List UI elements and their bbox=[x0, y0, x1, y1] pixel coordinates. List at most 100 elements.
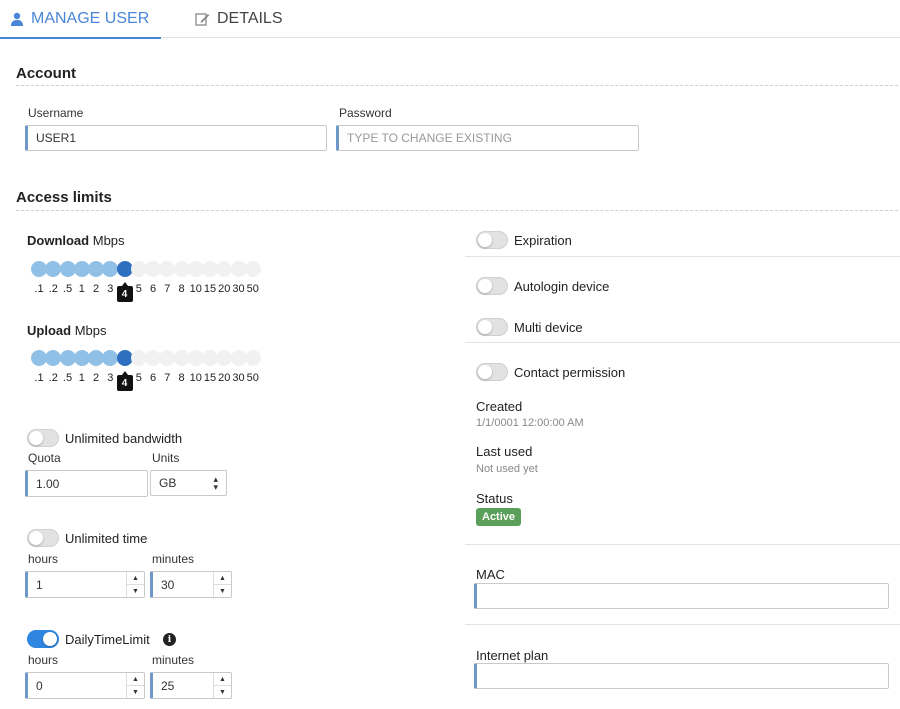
time-hours-value: 1 bbox=[36, 577, 43, 592]
slider-tick-label: 8 bbox=[178, 372, 185, 384]
slider-step[interactable] bbox=[45, 350, 62, 366]
internet-plan-field[interactable] bbox=[474, 663, 889, 689]
units-select[interactable]: GB ▴ ▾ bbox=[150, 470, 227, 496]
slider-step[interactable] bbox=[216, 261, 233, 277]
upload-unit: Mbps bbox=[74, 323, 107, 338]
slider-step[interactable] bbox=[244, 261, 261, 277]
upload-value: 4 bbox=[121, 377, 128, 389]
download-value: 4 bbox=[121, 288, 128, 300]
right-divider bbox=[465, 544, 900, 545]
unlimited-bandwidth-toggle[interactable] bbox=[27, 429, 59, 447]
toggle-knob bbox=[478, 365, 492, 379]
slider-tick-label: 50 bbox=[246, 372, 259, 384]
download-unit: Mbps bbox=[92, 233, 125, 248]
unlimited-time-label: Unlimited time bbox=[65, 531, 148, 546]
slider-tick-label: 15 bbox=[203, 283, 217, 295]
info-glyph: i bbox=[167, 634, 172, 645]
tab-details-label: DETAILS bbox=[217, 10, 283, 27]
expiration-label: Expiration bbox=[514, 233, 572, 248]
right-divider bbox=[465, 342, 900, 343]
slider-tick-label: 7 bbox=[164, 372, 171, 384]
last-used-value: Not used yet bbox=[476, 463, 538, 475]
time-hours-stepper[interactable]: 1 ▲ ▼ bbox=[25, 571, 145, 598]
decrement-arrow-icon[interactable]: ▼ bbox=[127, 584, 144, 597]
multi-device-toggle[interactable] bbox=[476, 318, 508, 336]
slider-step[interactable] bbox=[102, 350, 119, 366]
toggle-knob bbox=[478, 279, 492, 293]
daily-minutes-stepper[interactable]: 25 ▲ ▼ bbox=[150, 672, 232, 699]
daily-time-limit-toggle[interactable] bbox=[27, 630, 59, 648]
account-section-title: Account bbox=[16, 65, 76, 82]
decrement-arrow-icon[interactable]: ▼ bbox=[214, 685, 231, 698]
time-minutes-spinner: ▲ ▼ bbox=[213, 572, 231, 597]
download-value-bubble: 4 bbox=[116, 282, 133, 302]
daily-time-limit-label: DailyTimeLimit bbox=[65, 632, 150, 647]
username-field[interactable]: USER1 bbox=[25, 125, 327, 151]
increment-arrow-icon[interactable]: ▲ bbox=[214, 673, 231, 685]
download-slider[interactable] bbox=[31, 261, 263, 277]
slider-tick-label: .1 bbox=[34, 283, 44, 295]
slider-step[interactable] bbox=[102, 261, 119, 277]
slider-step[interactable] bbox=[159, 261, 176, 277]
download-label-bold: Download bbox=[27, 233, 90, 248]
slider-tick-label: 1 bbox=[78, 372, 85, 384]
slider-step[interactable] bbox=[159, 350, 176, 366]
upload-slider[interactable] bbox=[31, 350, 263, 366]
password-label: Password bbox=[339, 106, 392, 120]
contact-permission-label: Contact permission bbox=[514, 365, 626, 380]
autologin-device-toggle[interactable] bbox=[476, 277, 508, 295]
upload-value-bubble: 4 bbox=[116, 371, 133, 391]
slider-tick-label: 10 bbox=[189, 372, 202, 384]
access-limits-title: Access limits bbox=[16, 189, 112, 206]
edit-icon bbox=[195, 13, 210, 26]
slider-tick-label: 3 bbox=[107, 283, 114, 295]
quota-field[interactable]: 1.00 bbox=[25, 470, 148, 497]
time-minutes-label: minutes bbox=[152, 552, 195, 566]
slider-tick-label: .5 bbox=[62, 372, 73, 384]
tab-manage-user[interactable]: MANAGE USER bbox=[0, 0, 162, 39]
password-field[interactable]: TYPE TO CHANGE EXISTING bbox=[336, 125, 639, 151]
upload-label-bold: Upload bbox=[27, 323, 72, 338]
daily-minutes-value: 25 bbox=[161, 678, 175, 693]
increment-arrow-icon[interactable]: ▲ bbox=[214, 572, 231, 584]
slider-tick-label: .2 bbox=[48, 372, 58, 384]
slider-tick-label: 15 bbox=[203, 372, 217, 384]
time-minutes-stepper[interactable]: 30 ▲ ▼ bbox=[150, 571, 232, 598]
slider-step[interactable] bbox=[216, 350, 233, 366]
quota-value: 1.00 bbox=[36, 476, 60, 491]
autologin-device-label: Autologin device bbox=[514, 279, 610, 294]
slider-step[interactable] bbox=[244, 350, 261, 366]
mac-label: MAC bbox=[476, 567, 505, 582]
account-divider bbox=[16, 85, 898, 86]
decrement-arrow-icon[interactable]: ▼ bbox=[214, 584, 231, 597]
slider-tick-label: 2 bbox=[92, 372, 100, 384]
decrement-arrow-icon[interactable]: ▼ bbox=[127, 685, 144, 698]
username-value: USER1 bbox=[36, 131, 77, 145]
daily-hours-stepper[interactable]: 0 ▲ ▼ bbox=[25, 672, 145, 699]
increment-arrow-icon[interactable]: ▲ bbox=[127, 673, 144, 685]
expiration-toggle[interactable] bbox=[476, 231, 508, 249]
access-limits-divider bbox=[16, 210, 898, 211]
tab-details[interactable]: DETAILS bbox=[195, 0, 283, 38]
slider-tick-label: .1 bbox=[34, 372, 44, 384]
slider-step[interactable] bbox=[45, 261, 62, 277]
slider-tick-label: 6 bbox=[149, 372, 157, 384]
created-value: 1/1/0001 12:00:00 AM bbox=[476, 417, 584, 429]
toggle-knob bbox=[29, 431, 43, 445]
unlimited-time-toggle[interactable] bbox=[27, 529, 59, 547]
time-hours-label: hours bbox=[28, 552, 59, 566]
mac-field[interactable] bbox=[474, 583, 889, 609]
toggle-knob bbox=[478, 233, 492, 247]
slider-tick-label: 1 bbox=[78, 283, 85, 295]
quota-label: Quota bbox=[28, 451, 61, 465]
increment-arrow-icon[interactable]: ▲ bbox=[127, 572, 144, 584]
unlimited-bandwidth-label: Unlimited bandwidth bbox=[65, 431, 183, 446]
info-icon[interactable]: i bbox=[163, 633, 176, 646]
contact-permission-toggle[interactable] bbox=[476, 363, 508, 381]
slider-tick-label: 10 bbox=[189, 283, 202, 295]
slider-tick-label: 30 bbox=[232, 372, 245, 384]
slider-tick-label: 6 bbox=[149, 283, 157, 295]
user-icon bbox=[11, 12, 23, 26]
right-divider bbox=[465, 256, 900, 257]
tab-bar: MANAGE USER DETAILS bbox=[0, 0, 900, 39]
